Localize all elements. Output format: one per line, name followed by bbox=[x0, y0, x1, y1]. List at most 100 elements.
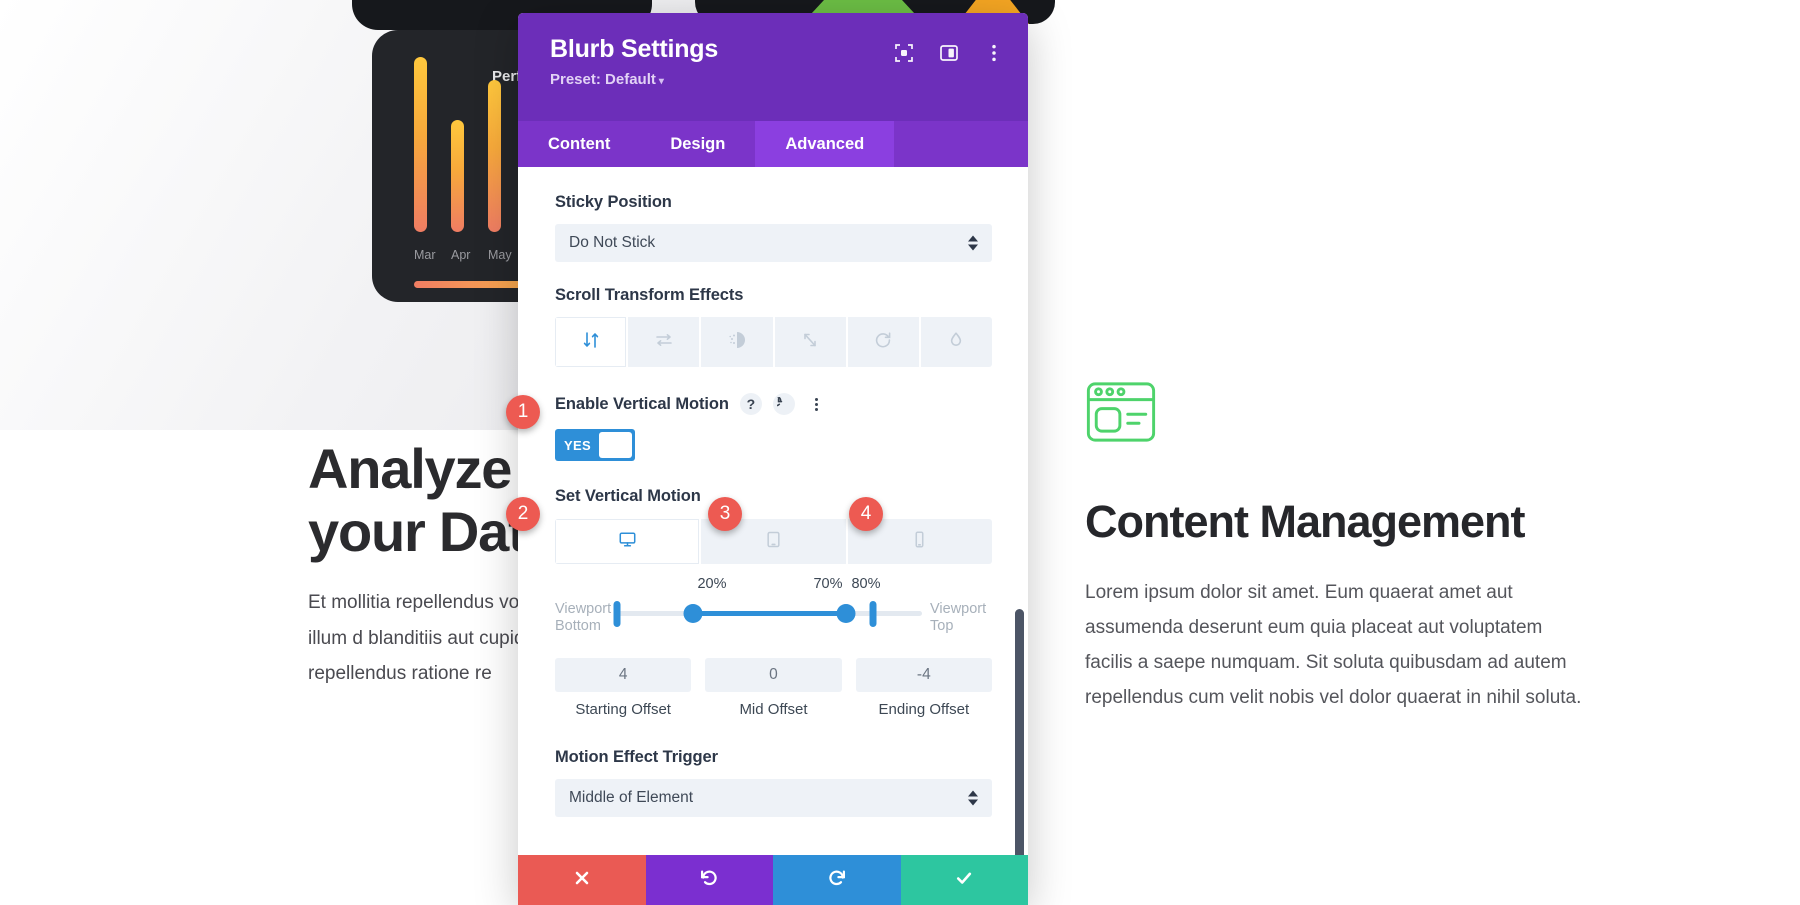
motion-effect-trigger-section: Motion Effect Trigger Middle of Element bbox=[518, 748, 1028, 817]
redo-icon bbox=[827, 868, 847, 893]
set-vertical-motion-section: Set Vertical Motion bbox=[518, 487, 1028, 720]
browser-window-icon bbox=[1085, 431, 1157, 448]
device-tab-group bbox=[555, 519, 992, 564]
select-arrows-icon bbox=[968, 790, 978, 805]
slider-tick: 20% bbox=[697, 576, 726, 592]
effect-horizontal-motion[interactable] bbox=[628, 317, 701, 367]
modal-scrollbar[interactable] bbox=[1015, 609, 1024, 855]
redo-button[interactable] bbox=[773, 855, 901, 905]
toggle-knob bbox=[599, 432, 632, 458]
slider-tick-labels: 20% 70% 80% bbox=[555, 576, 992, 594]
undo-button[interactable] bbox=[646, 855, 774, 905]
ending-offset-label: Ending Offset bbox=[856, 701, 992, 720]
sticky-position-value: Do Not Stick bbox=[569, 234, 655, 252]
effect-fade[interactable] bbox=[701, 317, 774, 367]
scroll-transform-effects-group bbox=[555, 317, 992, 367]
scroll-transform-section: Scroll Transform Effects bbox=[518, 286, 1028, 367]
mid-offset-field: Mid Offset bbox=[705, 658, 841, 720]
scale-icon bbox=[800, 330, 820, 355]
phone-icon bbox=[910, 530, 929, 554]
cancel-button[interactable] bbox=[518, 855, 646, 905]
slider-fill bbox=[693, 611, 846, 616]
modal-body: Sticky Position Do Not Stick Scroll Tran… bbox=[518, 167, 1028, 855]
modal-header: Blurb Settings Preset: Default▾ bbox=[518, 13, 1028, 121]
ending-offset-input[interactable] bbox=[856, 658, 992, 692]
vertical-motion-slider: 20% 70% 80% ViewportBottom ViewportTop bbox=[555, 592, 992, 638]
offset-fields: Starting Offset Mid Offset Ending Offset bbox=[555, 658, 992, 720]
slider-handle-end[interactable] bbox=[836, 604, 855, 623]
slider-handle-mid[interactable] bbox=[684, 604, 703, 623]
starting-offset-input[interactable] bbox=[555, 658, 691, 692]
starting-offset-field: Starting Offset bbox=[555, 658, 691, 720]
enable-vertical-motion-section: Enable Vertical Motion ? YES bbox=[518, 393, 1028, 461]
device-tab-desktop[interactable] bbox=[555, 519, 701, 564]
effect-rotate[interactable] bbox=[848, 317, 921, 367]
sticky-position-label: Sticky Position bbox=[555, 193, 992, 212]
help-icon[interactable]: ? bbox=[740, 393, 762, 415]
toggle-value: YES bbox=[564, 438, 591, 453]
chart-bar-label: Apr bbox=[451, 248, 464, 262]
right-heading: Content Management bbox=[1085, 497, 1585, 547]
chart-bar bbox=[488, 80, 501, 232]
step-badge-1: 1 bbox=[506, 395, 540, 429]
chart-bar-label: Mar bbox=[414, 248, 427, 262]
blurb-settings-modal: Blurb Settings Preset: Default▾ bbox=[518, 13, 1028, 905]
starting-offset-label: Starting Offset bbox=[555, 701, 691, 720]
slider-tick: 80% bbox=[851, 576, 880, 592]
sticky-position-section: Sticky Position Do Not Stick bbox=[518, 193, 1028, 262]
scroll-transform-label: Scroll Transform Effects bbox=[555, 286, 992, 305]
modal-footer bbox=[518, 855, 1028, 905]
set-vertical-motion-label: Set Vertical Motion bbox=[555, 487, 992, 506]
fade-icon bbox=[727, 330, 747, 355]
tab-design[interactable]: Design bbox=[640, 121, 755, 167]
slider-left-label: ViewportBottom bbox=[555, 601, 613, 635]
sticky-position-select[interactable]: Do Not Stick bbox=[555, 224, 992, 262]
right-paragraph: Lorem ipsum dolor sit amet. Eum quaerat … bbox=[1085, 575, 1585, 716]
effect-blur[interactable] bbox=[921, 317, 992, 367]
horizontal-motion-icon bbox=[654, 330, 674, 355]
mid-offset-label: Mid Offset bbox=[705, 701, 841, 720]
desktop-icon bbox=[618, 530, 637, 554]
chart-bar-label: May bbox=[488, 248, 501, 262]
chart-bar bbox=[451, 120, 464, 232]
preset-selector[interactable]: Preset: Default▾ bbox=[550, 71, 998, 88]
right-content-column: Content Management Lorem ipsum dolor sit… bbox=[1085, 380, 1585, 716]
x-icon bbox=[572, 868, 592, 893]
modal-tab-bar: Content Design Advanced bbox=[518, 121, 1028, 167]
step-badge-4: 4 bbox=[849, 497, 883, 531]
slider-tick: 70% bbox=[813, 576, 842, 592]
focus-frame-icon[interactable] bbox=[894, 43, 914, 63]
slider-handle-cap[interactable] bbox=[870, 601, 877, 627]
tab-advanced[interactable]: Advanced bbox=[755, 121, 894, 167]
tablet-icon bbox=[764, 530, 783, 554]
chart-bar bbox=[414, 57, 427, 232]
kebab-menu-icon[interactable] bbox=[806, 393, 828, 415]
vertical-motion-icon bbox=[581, 330, 601, 355]
check-icon bbox=[954, 868, 974, 893]
motion-effect-trigger-value: Middle of Element bbox=[569, 789, 693, 807]
step-badge-3: 3 bbox=[708, 497, 742, 531]
mid-offset-input[interactable] bbox=[705, 658, 841, 692]
kebab-menu-icon[interactable] bbox=[984, 43, 1004, 63]
panel-layout-icon[interactable] bbox=[939, 43, 959, 63]
enable-vertical-motion-label: Enable Vertical Motion bbox=[555, 395, 729, 414]
undo-icon bbox=[699, 868, 719, 893]
ending-offset-field: Ending Offset bbox=[856, 658, 992, 720]
save-button[interactable] bbox=[901, 855, 1029, 905]
slider-track bbox=[617, 611, 922, 616]
effect-vertical-motion[interactable] bbox=[555, 317, 628, 367]
chevron-down-icon: ▾ bbox=[659, 76, 664, 87]
slider-right-label: ViewportTop bbox=[930, 601, 992, 635]
effect-scale[interactable] bbox=[775, 317, 848, 367]
header-icon-group bbox=[894, 43, 1004, 63]
motion-effect-trigger-label: Motion Effect Trigger bbox=[555, 748, 992, 767]
step-badge-2: 2 bbox=[506, 497, 540, 531]
preset-label: Preset: Default bbox=[550, 71, 656, 88]
rotate-icon bbox=[873, 330, 893, 355]
enable-vertical-motion-label-row: Enable Vertical Motion ? bbox=[555, 393, 992, 415]
reset-icon[interactable] bbox=[773, 393, 795, 415]
enable-vertical-motion-toggle[interactable]: YES bbox=[555, 429, 635, 461]
motion-effect-trigger-select[interactable]: Middle of Element bbox=[555, 779, 992, 817]
slider-handle-start[interactable] bbox=[614, 601, 621, 627]
tab-content[interactable]: Content bbox=[518, 121, 640, 167]
